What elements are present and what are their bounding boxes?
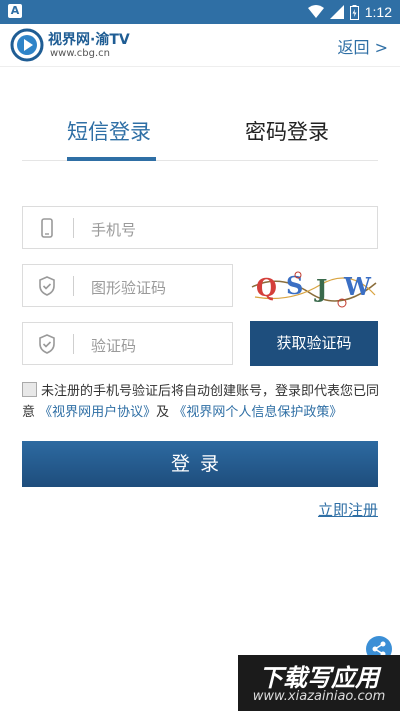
sms-code-field[interactable]: 验证码 <box>22 322 233 365</box>
svg-text:W: W <box>343 272 372 301</box>
register-link[interactable]: 立即注册 <box>318 499 378 520</box>
active-tab-indicator <box>67 157 156 161</box>
signal-icon <box>329 5 344 19</box>
privacy-policy-link[interactable]: 《视界网个人信息保护政策》 <box>173 405 342 420</box>
shield-check-icon <box>39 334 55 354</box>
agree-checkbox[interactable] <box>22 382 37 397</box>
header: 视界网·渝TV www.cbg.cn 返回 > <box>0 24 400 67</box>
get-code-button[interactable]: 获取验证码 <box>250 321 378 366</box>
back-button[interactable]: 返回 > <box>338 34 389 58</box>
svg-text:Q: Q <box>256 273 277 302</box>
captcha-placeholder: 图形验证码 <box>91 279 167 297</box>
phone-field[interactable]: 手机号 <box>22 206 378 249</box>
wifi-icon <box>307 5 324 18</box>
field-divider <box>73 218 74 238</box>
agreement-text: 未注册的手机号验证后将自动创建账号，登录即代表您已同意 《视界网用户协议》及 《… <box>22 381 382 423</box>
battery-icon <box>349 4 359 20</box>
user-agreement-link[interactable]: 《视界网用户协议》 <box>39 405 156 420</box>
watermark: 下载写应用 www.xiazainiao.com <box>238 655 400 711</box>
logo-title: 视界网·渝TV <box>48 32 130 48</box>
field-divider <box>73 334 74 354</box>
phone-icon <box>41 218 53 238</box>
sms-code-placeholder: 验证码 <box>91 337 137 355</box>
phone-placeholder: 手机号 <box>91 221 137 239</box>
app-notification-icon: A <box>8 4 22 18</box>
logo: 视界网·渝TV www.cbg.cn <box>10 27 140 63</box>
captcha-image[interactable]: Q S J W <box>250 263 378 309</box>
clock: 1:12 <box>364 4 392 20</box>
watermark-title: 下载写应用 <box>259 664 379 692</box>
tab-sms-login[interactable]: 短信登录 <box>67 116 151 146</box>
field-divider <box>73 276 74 296</box>
status-icons: 1:12 <box>307 3 392 21</box>
captcha-field[interactable]: 图形验证码 <box>22 264 233 307</box>
login-button[interactable]: 登录 <box>22 441 378 487</box>
agreement-and: 及 <box>156 405 170 420</box>
tab-password-login[interactable]: 密码登录 <box>245 116 329 146</box>
login-tabs: 短信登录 密码登录 <box>22 100 378 161</box>
status-bar: A 1:12 <box>0 0 400 24</box>
logo-url: www.cbg.cn <box>50 48 111 59</box>
svg-text:J: J <box>314 274 327 303</box>
shield-check-icon <box>39 276 55 296</box>
play-logo-icon <box>10 28 44 62</box>
watermark-url: www.xiazainiao.com <box>252 689 386 704</box>
